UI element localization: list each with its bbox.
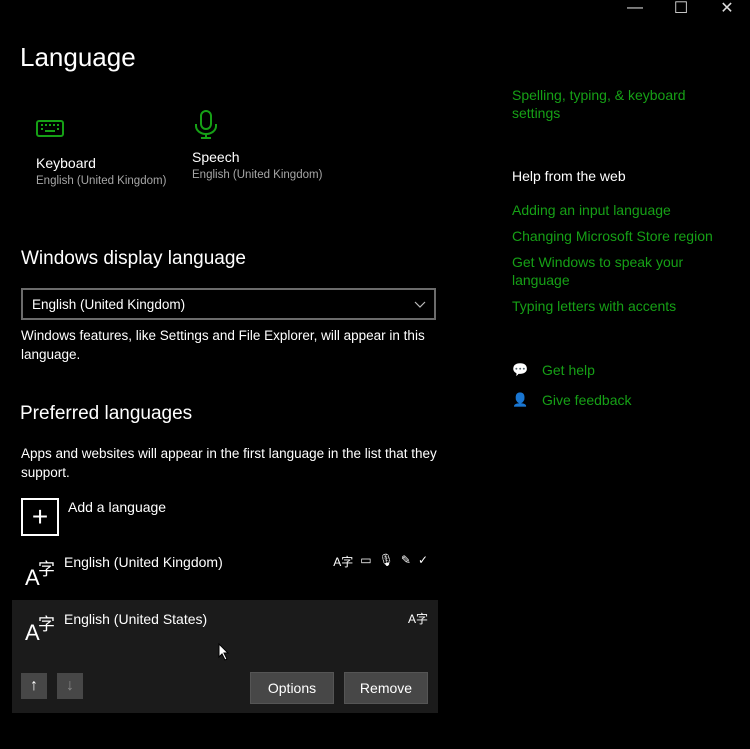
keyboard-language: English (United Kingdom) [36,175,167,187]
give-feedback-link[interactable]: 👤 Give feedback [512,391,632,409]
speech-icon: 🎙 [378,553,394,567]
minimize-button[interactable]: — [612,0,658,16]
move-up-button[interactable]: ↑ [21,673,47,699]
language-icon: A字 [25,560,55,590]
preferred-languages-description: Apps and websites will appear in the fir… [21,446,437,480]
mouse-cursor-icon [218,643,230,661]
move-down-button[interactable]: ↓ [57,673,83,699]
language-name: English (United States) [64,611,208,627]
language-pack-icon: A字 [407,612,428,626]
close-icon: ✕ [720,0,734,17]
handwriting-icon: ✎ [400,553,411,567]
maximize-button[interactable]: ☐ [658,0,704,17]
microphone-icon [195,110,217,139]
remove-button[interactable]: Remove [344,672,428,704]
chevron-down-icon [414,297,434,312]
display-language-icon: ▭ [360,553,372,567]
options-button[interactable]: Options [250,672,334,704]
display-language-dropdown[interactable]: English (United Kingdom) [21,288,436,320]
keyboard-label: Keyboard [36,155,96,171]
get-help-icon: 💬 [512,362,529,377]
spelling-icon: ✓ [417,553,428,567]
page-title: Language [20,42,136,72]
help-link-speak-language[interactable]: Get Windows to speak your language [512,253,702,289]
display-language-heading: Windows display language [21,248,246,269]
help-link-store-region[interactable]: Changing Microsoft Store region [512,227,713,245]
plus-icon: + [21,498,59,536]
language-features: A字 ▭ 🎙 ✎ ✓ [333,553,428,570]
display-language-description: Windows features, like Settings and File… [21,328,425,362]
get-help-link[interactable]: 💬 Get help [512,361,595,379]
speech-language: English (United Kingdom) [192,169,323,181]
give-feedback-label: Give feedback [542,392,632,408]
keyboard-link[interactable]: Keyboard English (United Kingdom) [36,118,186,187]
help-link-accents[interactable]: Typing letters with accents [512,297,676,315]
arrow-up-icon: ↑ [30,677,38,694]
close-button[interactable]: ✕ [704,0,750,17]
add-language-button[interactable]: + Add a language [21,498,221,536]
speech-link[interactable]: Speech English (United Kingdom) [192,110,342,181]
arrow-down-icon: ↓ [66,677,74,694]
display-language-value: English (United Kingdom) [32,296,186,312]
minimize-icon: — [627,0,643,16]
keyboard-icon [36,120,64,137]
get-help-label: Get help [542,362,595,378]
maximize-icon: ☐ [673,0,689,17]
window-caption: — ☐ ✕ [612,0,750,17]
help-link-adding-input-language[interactable]: Adding an input language [512,201,671,219]
add-language-label: Add a language [68,499,167,515]
feedback-icon: 👤 [512,392,529,407]
preferred-languages-heading: Preferred languages [20,403,193,424]
language-pack-icon: A字 [333,555,354,569]
speech-label: Speech [192,149,240,165]
language-features: A字 [408,610,428,627]
language-name: English (United Kingdom) [64,554,223,570]
language-item[interactable]: A字 English (United Kingdom) A字 ▭ 🎙 ✎ ✓ [12,545,438,597]
language-icon: A字 [25,615,55,645]
help-heading: Help from the web [512,168,626,184]
spelling-typing-keyboard-link[interactable]: Spelling, typing, & keyboard settings [512,86,712,122]
